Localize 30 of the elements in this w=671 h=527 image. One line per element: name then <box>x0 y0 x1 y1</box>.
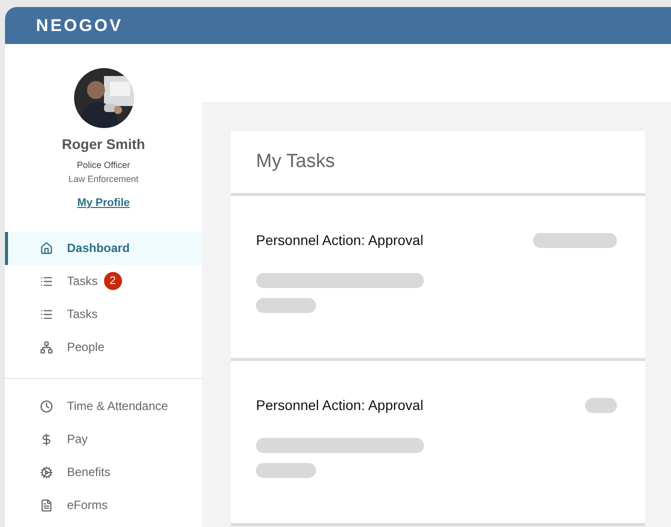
nav-item[interactable]: Tasks <box>5 298 202 330</box>
text-placeholder <box>256 463 316 478</box>
status-placeholder <box>585 398 617 413</box>
nav-item[interactable]: eForms <box>5 488 202 522</box>
list-icon <box>40 308 53 320</box>
profile-title: Police Officer <box>76 159 130 172</box>
nav-item[interactable]: Benefits <box>5 456 202 488</box>
nav-item[interactable]: People <box>5 330 202 364</box>
clock-icon <box>40 400 53 412</box>
card-title: My Tasks <box>256 150 335 174</box>
text-placeholder <box>256 298 316 313</box>
count-badge: 2 <box>104 272 122 290</box>
profile-name: Roger Smith <box>62 135 146 154</box>
task-item[interactable]: Personnel Action: Approval <box>231 361 645 526</box>
nav-item[interactable]: Dashboard <box>5 232 202 264</box>
profile-link[interactable]: My Profile <box>77 195 130 212</box>
list-icon <box>40 274 53 288</box>
task-item[interactable]: Personnel Action: Approval <box>231 196 645 361</box>
hierarchy-icon <box>40 340 53 354</box>
task-title: Personnel Action: Approval <box>256 231 424 250</box>
nav-item[interactable]: Time & Attendance <box>5 390 202 422</box>
gear-icon <box>40 466 53 478</box>
dollar-icon <box>40 432 53 446</box>
task-title: Personnel Action: Approval <box>256 396 424 415</box>
document-icon <box>40 498 53 512</box>
profile-department: Law Enforcement <box>68 172 139 186</box>
logo[interactable]: NEOGOV <box>36 12 123 38</box>
nav-item[interactable]: Pay <box>5 422 202 456</box>
home-icon <box>40 242 53 254</box>
nav-item[interactable]: Tasks 2 <box>5 264 202 298</box>
